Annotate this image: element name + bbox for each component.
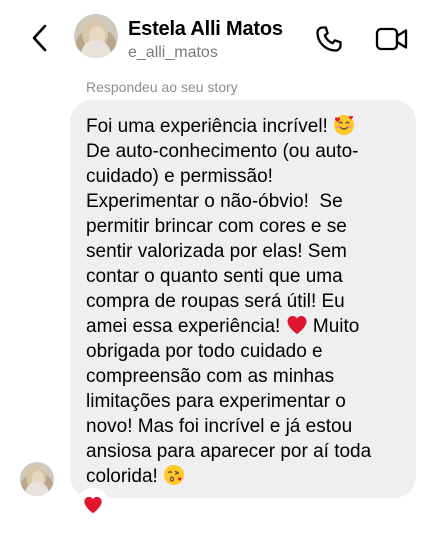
message-line: compreensão com as minhas [86, 366, 335, 387]
message-line: Experimentar o não-óbvio! Se [86, 191, 343, 212]
red-heart-icon [287, 316, 307, 334]
chat-header: Estela Alli Matos e_alli_matos [0, 0, 430, 74]
avatar-photo [74, 14, 118, 58]
message-line: limitações para experimentar o [86, 391, 346, 412]
smiling-face-with-hearts-icon [334, 115, 355, 135]
message-line: contar o quanto senti que uma [86, 266, 343, 287]
video-call-button[interactable] [372, 22, 412, 56]
message-line: colorida! [86, 466, 164, 487]
message-line: Foi uma experiência incrível! [86, 116, 334, 137]
red-heart-icon [84, 496, 102, 514]
message-line: permitir brincar com cores e se [86, 216, 347, 237]
message-line: ansiosa para aparecer por aí toda [86, 441, 372, 462]
message-line: novo! Mas foi incrível e já estou [86, 416, 353, 437]
message-line: compra de roupas será útil! Eu [86, 291, 345, 312]
video-camera-icon [375, 27, 408, 51]
profile-avatar[interactable] [74, 14, 118, 58]
avatar-photo [20, 462, 54, 496]
message-bubble[interactable]: Foi uma experiência incrível! De auto-co… [70, 100, 416, 498]
message-line: obrigada por todo cuidado e [86, 341, 323, 362]
phone-icon [316, 26, 342, 52]
message-line: Muito [307, 316, 360, 337]
message-sender-avatar[interactable] [20, 462, 54, 496]
back-button[interactable] [22, 20, 58, 56]
story-reply-label: Respondeu ao seu story [86, 79, 238, 95]
message-line: De auto-conhecimento (ou auto- [86, 141, 359, 162]
message-line: cuidado) e permissão! [86, 166, 273, 187]
contact-username: e_alli_matos [128, 44, 218, 61]
chevron-left-icon [32, 24, 47, 52]
message-reaction[interactable] [78, 490, 108, 520]
face-blowing-kiss-icon [164, 465, 185, 485]
message-line: sentir valorizada por elas! Sem [86, 241, 347, 262]
call-button[interactable] [312, 22, 346, 56]
contact-name[interactable]: Estela Alli Matos [128, 17, 283, 41]
message-text: Foi uma experiência incrível! De auto-co… [86, 114, 402, 489]
message-line: amei essa experiência! [86, 316, 286, 337]
